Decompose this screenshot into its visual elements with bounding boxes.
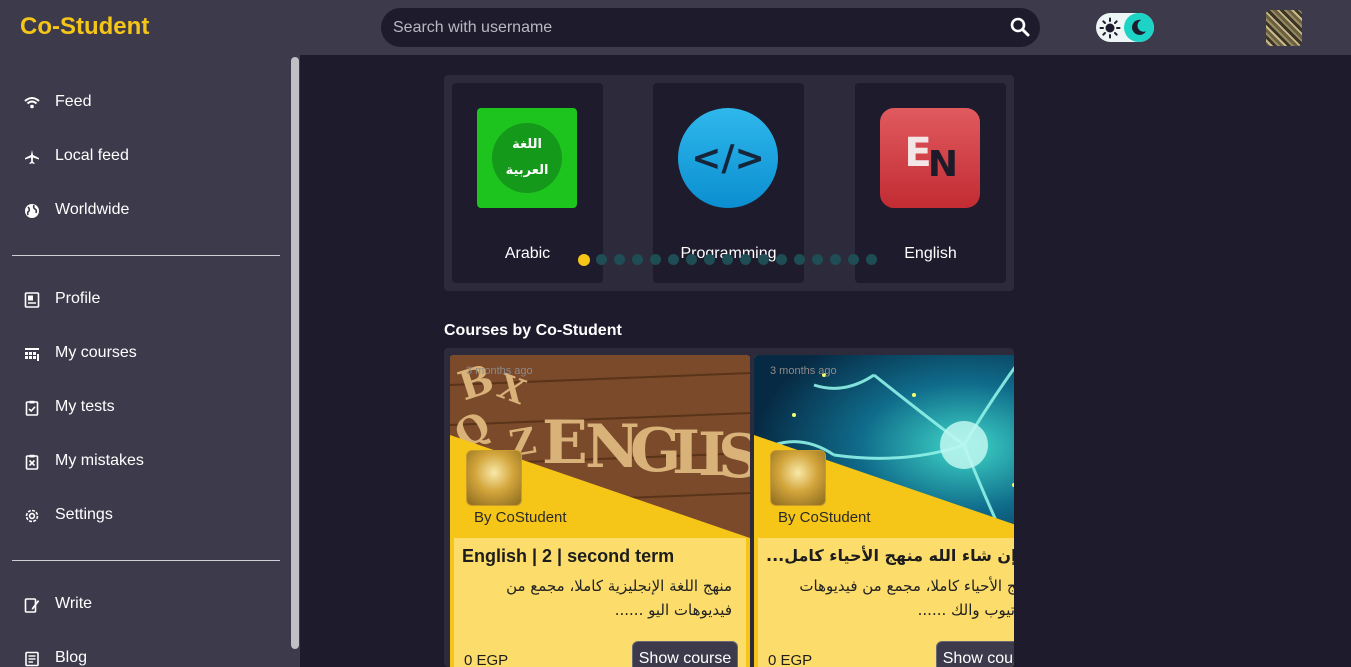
course-body: English | 2 | second term منهج اللغة الإ… bbox=[454, 538, 746, 667]
sidebar-scrollbar[interactable] bbox=[291, 57, 299, 649]
course-author: By CoStudent bbox=[778, 509, 871, 526]
sidebar-item-worldwide[interactable]: Worldwide bbox=[0, 191, 285, 231]
carousel-dot[interactable] bbox=[740, 254, 751, 265]
carousel-dot[interactable] bbox=[650, 254, 661, 265]
courses-carousel: B X Q E N G L I S Z 3 months ago By CoSt… bbox=[444, 348, 1014, 667]
globe-icon bbox=[25, 204, 39, 218]
course-author: By CoStudent bbox=[474, 509, 567, 526]
category-card-programming[interactable]: </> Programming bbox=[653, 83, 804, 283]
sidebar-item-label: Write bbox=[55, 595, 93, 612]
plane-icon bbox=[25, 150, 39, 164]
sidebar-divider bbox=[12, 255, 280, 256]
show-course-button[interactable]: Show course bbox=[936, 641, 1014, 667]
sidebar-item-label: My courses bbox=[55, 344, 137, 361]
course-card[interactable]: 3 months ago By CoStudent إن شاء الله من… bbox=[754, 355, 1014, 667]
course-body: إن شاء الله منهج الأحياء كامل... منهج ال… bbox=[758, 538, 1014, 667]
course-card[interactable]: B X Q E N G L I S Z 3 months ago By CoSt… bbox=[450, 355, 750, 667]
code-icon-text: </> bbox=[691, 138, 764, 179]
carousel-dot[interactable] bbox=[614, 254, 625, 265]
sidebar-item-label: My mistakes bbox=[55, 452, 144, 469]
sidebar-item-label: My tests bbox=[55, 398, 115, 415]
carousel-dot[interactable] bbox=[578, 254, 590, 266]
carousel-dot[interactable] bbox=[722, 254, 733, 265]
carousel-dot[interactable] bbox=[776, 254, 787, 265]
costudent-logo bbox=[466, 450, 522, 506]
theme-toggle[interactable] bbox=[1096, 13, 1154, 42]
sidebar-item-my-courses[interactable]: My courses bbox=[0, 334, 285, 374]
sidebar-item-label: Settings bbox=[55, 506, 113, 523]
category-card-arabic[interactable]: اللغة العربية Arabic bbox=[452, 83, 603, 283]
brand-logo[interactable]: Co-Student bbox=[20, 13, 149, 41]
course-icon bbox=[25, 348, 39, 361]
english-icon-letter-n: N bbox=[928, 144, 958, 185]
course-price: 0 EGP bbox=[768, 652, 813, 667]
category-carousel: اللغة العربية Arabic </> Programming E bbox=[444, 75, 1014, 291]
sidebar-item-my-tests[interactable]: My tests bbox=[0, 388, 285, 428]
sidebar-item-label: Profile bbox=[55, 290, 101, 307]
course-title: English | 2 | second term bbox=[462, 546, 675, 566]
course-timestamp: 3 months ago bbox=[770, 365, 837, 377]
search-input[interactable] bbox=[381, 8, 1001, 47]
sidebar-item-label: Blog bbox=[55, 649, 88, 666]
sun-icon bbox=[1099, 17, 1121, 39]
course-title: إن شاء الله منهج الأحياء كامل... bbox=[766, 546, 1014, 565]
sidebar-item-label: Feed bbox=[55, 93, 92, 110]
category-label: English bbox=[904, 245, 957, 262]
moon-icon bbox=[1132, 19, 1147, 35]
course-price: 0 EGP bbox=[464, 652, 509, 667]
clipboard-check-icon bbox=[25, 400, 39, 416]
code-icon: </> bbox=[678, 108, 778, 208]
arabic-icon-text-1: اللغة bbox=[512, 137, 542, 152]
sidebar-item-label: Local feed bbox=[55, 147, 129, 164]
carousel-dot[interactable] bbox=[668, 254, 679, 265]
sidebar-item-local-feed[interactable]: Local feed bbox=[0, 137, 285, 177]
write-icon bbox=[24, 598, 40, 613]
carousel-dot[interactable] bbox=[866, 254, 877, 265]
course-timestamp: 3 months ago bbox=[466, 365, 533, 377]
avatar[interactable] bbox=[1266, 10, 1302, 46]
carousel-dot[interactable] bbox=[812, 254, 823, 265]
search-bar bbox=[381, 8, 1040, 47]
carousel-dot[interactable] bbox=[686, 254, 697, 265]
course-description: منهج اللغة الإنجليزية كاملا، مجمع من فيد… bbox=[506, 577, 732, 619]
wifi-icon bbox=[24, 97, 40, 109]
arabic-icon-text-2: العربية bbox=[506, 163, 549, 178]
category-card-english[interactable]: E N English bbox=[855, 83, 1006, 283]
search-icon[interactable] bbox=[1010, 17, 1030, 37]
sidebar-divider bbox=[12, 560, 280, 561]
show-course-button[interactable]: Show course bbox=[632, 641, 738, 667]
courses-section-title: Courses by Co-Student bbox=[444, 322, 622, 339]
carousel-dot[interactable] bbox=[704, 254, 715, 265]
blog-icon bbox=[25, 651, 39, 667]
sidebar-item-write[interactable]: Write bbox=[0, 585, 285, 625]
id-card-icon bbox=[24, 292, 40, 308]
sidebar-item-blog[interactable]: Blog bbox=[0, 639, 285, 667]
english-language-icon: E N bbox=[880, 108, 980, 208]
arabic-language-icon: اللغة العربية bbox=[477, 108, 577, 208]
sidebar-item-label: Worldwide bbox=[55, 201, 130, 218]
sidebar-item-my-mistakes[interactable]: My mistakes bbox=[0, 442, 285, 482]
carousel-dot[interactable] bbox=[848, 254, 859, 265]
clipboard-x-icon bbox=[25, 454, 39, 470]
carousel-dot[interactable] bbox=[596, 254, 607, 265]
sidebar-item-profile[interactable]: Profile bbox=[0, 280, 285, 320]
costudent-logo bbox=[770, 450, 826, 506]
carousel-dot[interactable] bbox=[830, 254, 841, 265]
course-description: منهج الأحياء كاملا، مجمع من فيديوهات الي… bbox=[799, 577, 1014, 619]
carousel-dot[interactable] bbox=[632, 254, 643, 265]
top-bar: Co-Student bbox=[0, 0, 1351, 55]
toggle-knob bbox=[1124, 13, 1154, 42]
carousel-dot[interactable] bbox=[794, 254, 805, 265]
sidebar-item-feed[interactable]: Feed bbox=[0, 83, 285, 123]
sidebar-item-settings[interactable]: Settings bbox=[0, 496, 285, 536]
gear-icon bbox=[25, 509, 39, 523]
carousel-dot[interactable] bbox=[758, 254, 769, 265]
